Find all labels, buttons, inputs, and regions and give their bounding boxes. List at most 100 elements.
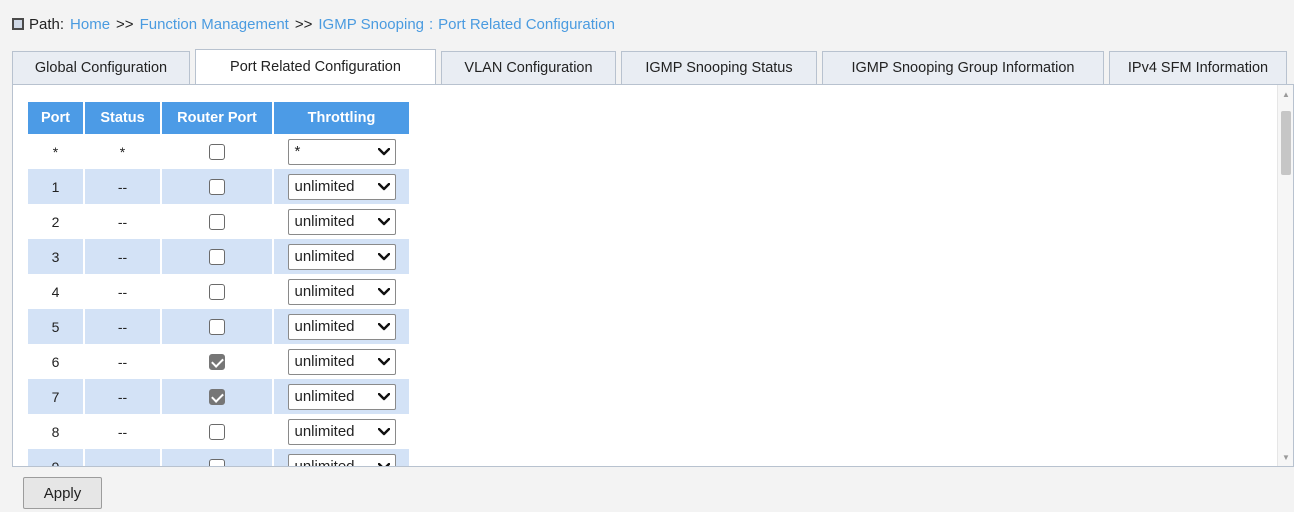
throttling-cell: unlimited	[274, 204, 409, 239]
throttling-select[interactable]: unlimited	[287, 243, 396, 270]
table-row: 4 -- unlimited	[28, 274, 409, 309]
status-cell: --	[85, 169, 162, 204]
throttling-select[interactable]: unlimited	[287, 418, 396, 445]
port-cell: 7	[28, 379, 85, 414]
chevron-down-icon	[377, 321, 390, 333]
throttling-cell: unlimited	[274, 344, 409, 379]
status-cell: --	[85, 414, 162, 449]
router-port-checkbox[interactable]	[209, 424, 225, 441]
table-row: * * *	[28, 134, 409, 169]
router-port-cell	[162, 204, 274, 239]
tab-ipv4-sfm-information[interactable]: IPv4 SFM Information	[1109, 51, 1287, 84]
breadcrumb: Path: Home >> Function Management >> IGM…	[12, 13, 615, 35]
table-row: 5 -- unlimited	[28, 309, 409, 344]
throttling-select-value: unlimited	[294, 458, 355, 467]
throttling-select[interactable]: unlimited	[287, 383, 396, 410]
chevron-down-icon	[377, 216, 390, 228]
chevron-down-icon	[377, 356, 390, 368]
throttling-select-value: unlimited	[294, 283, 355, 300]
status-cell: --	[85, 379, 162, 414]
throttling-select-value: unlimited	[294, 423, 355, 440]
throttling-select[interactable]: *	[287, 138, 396, 165]
chevron-down-icon	[377, 426, 390, 438]
apply-button[interactable]: Apply	[23, 477, 102, 509]
scroll-up-arrow-icon[interactable]: ▲	[1278, 87, 1293, 101]
port-config-table: Port Status Router Port Throttling * * * 1-…	[28, 102, 409, 467]
tab-bar: Global Configuration Port Related Config…	[12, 49, 1287, 85]
port-cell: 6	[28, 344, 85, 379]
chevron-down-icon	[377, 146, 390, 158]
port-cell: *	[28, 134, 85, 169]
port-cell: 5	[28, 309, 85, 344]
throttling-cell: unlimited	[274, 239, 409, 274]
path-label: Path:	[29, 15, 65, 33]
table-row: 8 -- unlimited	[28, 414, 409, 449]
column-header-throttling: Throttling	[274, 102, 409, 134]
throttling-cell: unlimited	[274, 449, 409, 467]
tab-global-configuration[interactable]: Global Configuration	[12, 51, 190, 84]
tab-igmp-snooping-group-information[interactable]: IGMP Snooping Group Information	[822, 51, 1104, 84]
router-port-checkbox[interactable]	[209, 389, 225, 406]
square-icon	[12, 18, 24, 30]
router-port-checkbox[interactable]	[209, 459, 225, 466]
throttling-select-value: unlimited	[294, 178, 355, 195]
port-cell: 3	[28, 239, 85, 274]
port-cell: 4	[28, 274, 85, 309]
throttling-select[interactable]: unlimited	[287, 208, 396, 235]
router-port-checkbox[interactable]	[209, 354, 225, 371]
router-port-cell	[162, 134, 274, 169]
chevron-down-icon	[377, 461, 390, 466]
status-cell: --	[85, 309, 162, 344]
router-port-cell	[162, 379, 274, 414]
port-cell: 1	[28, 169, 85, 204]
scroll-down-arrow-icon[interactable]: ▼	[1278, 450, 1293, 464]
status-cell: --	[85, 239, 162, 274]
table-row: 1 -- unlimited	[28, 169, 409, 204]
router-port-cell	[162, 274, 274, 309]
status-cell: --	[85, 204, 162, 239]
throttling-select-value: unlimited	[294, 318, 355, 335]
throttling-select[interactable]: unlimited	[287, 453, 396, 467]
throttling-cell: unlimited	[274, 379, 409, 414]
port-cell: 9	[28, 449, 85, 466]
breadcrumb-function-management[interactable]: Function Management	[140, 16, 289, 33]
column-header-status: Status	[85, 102, 162, 134]
throttling-select-value: unlimited	[294, 248, 355, 265]
vertical-scrollbar[interactable]: ▲ ▼	[1277, 85, 1293, 466]
column-header-port: Port	[28, 102, 85, 134]
breadcrumb-igmp-snooping[interactable]: IGMP Snooping	[318, 16, 424, 33]
breadcrumb-home[interactable]: Home	[70, 16, 110, 33]
chevron-down-icon	[377, 251, 390, 263]
chevron-down-icon	[377, 391, 390, 403]
table-row: 9 -- unlimited	[28, 449, 409, 467]
breadcrumb-port-related-configuration[interactable]: Port Related Configuration	[438, 16, 615, 33]
port-cell: 8	[28, 414, 85, 449]
router-port-cell	[162, 414, 274, 449]
router-port-checkbox[interactable]	[209, 144, 225, 161]
tab-port-related-configuration[interactable]: Port Related Configuration	[195, 49, 436, 84]
throttling-cell: unlimited	[274, 274, 409, 309]
throttling-select-value: unlimited	[294, 353, 355, 370]
throttling-select[interactable]: unlimited	[287, 278, 396, 305]
router-port-checkbox[interactable]	[209, 319, 225, 336]
status-cell: *	[85, 134, 162, 169]
column-header-router-port: Router Port	[162, 102, 274, 134]
tab-vlan-configuration[interactable]: VLAN Configuration	[441, 51, 616, 84]
port-cell: 2	[28, 204, 85, 239]
router-port-checkbox[interactable]	[209, 284, 225, 301]
status-cell: --	[85, 344, 162, 379]
throttling-select[interactable]: unlimited	[287, 313, 396, 340]
router-port-checkbox[interactable]	[209, 249, 225, 266]
router-port-checkbox[interactable]	[209, 179, 225, 196]
table-row: 3 -- unlimited	[28, 239, 409, 274]
throttling-select[interactable]: unlimited	[287, 348, 396, 375]
throttling-select[interactable]: unlimited	[287, 173, 396, 200]
scrollbar-thumb[interactable]	[1281, 111, 1291, 175]
throttling-select-value: unlimited	[294, 388, 355, 405]
router-port-checkbox[interactable]	[209, 214, 225, 231]
status-cell: --	[85, 449, 162, 466]
router-port-cell	[162, 169, 274, 204]
throttling-cell: unlimited	[274, 169, 409, 204]
router-port-cell	[162, 449, 274, 466]
tab-igmp-snooping-status[interactable]: IGMP Snooping Status	[621, 51, 817, 84]
